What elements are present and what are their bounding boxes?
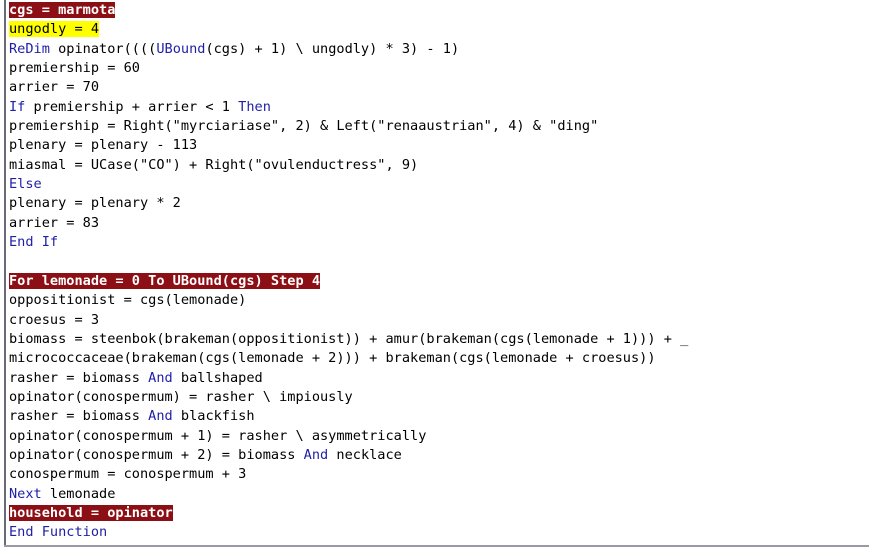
code-text: conospermum = conospermum + 3 <box>9 466 247 483</box>
find-highlight-span: ungodly = 4 <box>9 21 100 38</box>
code-text: premiership = 60 <box>9 60 140 77</box>
code-text: biomass = steenbok(brakeman(oppositionis… <box>9 330 689 347</box>
code-text: (cgs) + 1) \ ungodly) * 3) - 1) <box>205 40 460 57</box>
code-keyword: Else <box>9 176 42 193</box>
code-line[interactable]: biomass = steenbok(brakeman(oppositionis… <box>9 330 869 349</box>
code-editor-pane[interactable]: cgs = marmota ungodly = 4 ReDim opinator((… <box>0 0 869 551</box>
code-line[interactable]: oppositionist = cgs(lemonade) <box>9 291 869 310</box>
code-text: necklace <box>328 446 402 463</box>
code-line[interactable]: rasher = biomass And blackfish <box>9 407 869 426</box>
code-line[interactable]: opinator(conospermum + 2) = biomass And … <box>9 446 869 465</box>
code-text: miasmal = UCase("CO") + Right("ovulenduc… <box>9 156 419 173</box>
code-text: cgs = marmota <box>9 2 116 18</box>
selected-code-span: cgs = marmota <box>9 2 116 18</box>
code-line[interactable]: End If <box>9 233 869 252</box>
code-line[interactable]: premiership = 60 <box>9 59 869 78</box>
code-line[interactable]: For lemonade = 0 To UBound(cgs) Step 4 <box>9 272 869 291</box>
code-keyword: And <box>148 369 173 386</box>
code-line[interactable]: Else <box>9 175 869 194</box>
code-line[interactable]: opinator(conospermum) = rasher \ impious… <box>9 388 869 407</box>
code-text: croesus = 3 <box>9 311 100 328</box>
code-text: arrier = 83 <box>9 214 100 231</box>
code-text: rasher = biomass <box>9 369 149 386</box>
code-text: opinator(conospermum + 2) = biomass <box>9 446 304 463</box>
code-line[interactable]: household = opinator <box>9 504 869 523</box>
code-line[interactable]: ungodly = 4 <box>9 20 869 39</box>
code-line[interactable]: micrococcaceae(brakeman(cgs(lemonade + 2… <box>9 349 869 368</box>
code-keyword: ReDim <box>9 40 50 57</box>
code-line[interactable]: rasher = biomass And ballshaped <box>9 369 869 388</box>
code-text: ballshaped <box>172 369 263 386</box>
code-text: micrococcaceae(brakeman(cgs(lemonade + 2… <box>9 350 656 367</box>
code-text: plenary = plenary - 113 <box>9 137 198 154</box>
code-keyword: And <box>148 408 173 425</box>
code-text: lemonade <box>41 485 116 502</box>
code-text: opinator(conospermum + 1) = rasher \ asy… <box>9 427 427 444</box>
code-keyword: And <box>303 446 329 463</box>
editor-bottom-border <box>4 545 869 547</box>
code-keyword: If <box>9 98 26 115</box>
code-text: For lemonade = 0 To UBound(cgs) Step 4 <box>9 272 320 289</box>
code-keyword: Next <box>9 485 42 502</box>
code-line[interactable]: opinator(conospermum + 1) = rasher \ asy… <box>9 427 869 446</box>
code-line[interactable]: croesus = 3 <box>9 311 869 330</box>
code-line[interactable]: arrier = 83 <box>9 214 869 233</box>
code-line-list[interactable]: cgs = marmota ungodly = 4 ReDim opinator((… <box>9 1 869 543</box>
code-keyword: Then <box>238 98 271 115</box>
code-line[interactable]: cgs = marmota <box>9 1 869 20</box>
code-text: opinator(conospermum) = rasher \ impious… <box>9 388 353 405</box>
code-keyword: UBound <box>156 40 206 57</box>
code-line[interactable]: arrier = 70 <box>9 78 869 97</box>
code-text: premiership = Right("myrciariase", 2) & … <box>9 118 599 135</box>
code-text: blackfish <box>172 408 255 425</box>
code-text: ungodly = 4 <box>9 21 100 38</box>
code-line[interactable]: conospermum = conospermum + 3 <box>9 465 869 484</box>
code-line[interactable]: miasmal = UCase("CO") + Right("ovulenduc… <box>9 156 869 175</box>
code-line[interactable]: End Function <box>9 523 869 542</box>
code-text: arrier = 70 <box>9 79 100 96</box>
code-text: oppositionist = cgs(lemonade) <box>9 292 247 309</box>
code-line[interactable]: Next lemonade <box>9 485 869 504</box>
code-line[interactable]: premiership = Right("myrciariase", 2) & … <box>9 117 869 136</box>
code-line[interactable]: ReDim opinator((((UBound(cgs) + 1) \ ung… <box>9 40 869 59</box>
code-keyword: End If <box>9 234 59 251</box>
code-text: opinator(((( <box>49 40 157 57</box>
code-keyword: End Function <box>9 524 108 541</box>
code-text: rasher = biomass <box>9 408 149 425</box>
code-line-blank[interactable] <box>9 252 869 271</box>
selected-code-span: household = opinator <box>9 504 173 521</box>
code-line[interactable]: plenary = plenary - 113 <box>9 136 869 155</box>
code-line[interactable]: If premiership + arrier < 1 Then <box>9 98 869 117</box>
code-line[interactable]: plenary = plenary * 2 <box>9 194 869 213</box>
code-text: premiership + arrier < 1 <box>25 98 239 115</box>
code-text: household = opinator <box>9 504 173 521</box>
selected-code-span: For lemonade = 0 To UBound(cgs) Step 4 <box>9 272 320 289</box>
editor-left-border <box>4 0 6 546</box>
code-text: plenary = plenary * 2 <box>9 195 181 212</box>
